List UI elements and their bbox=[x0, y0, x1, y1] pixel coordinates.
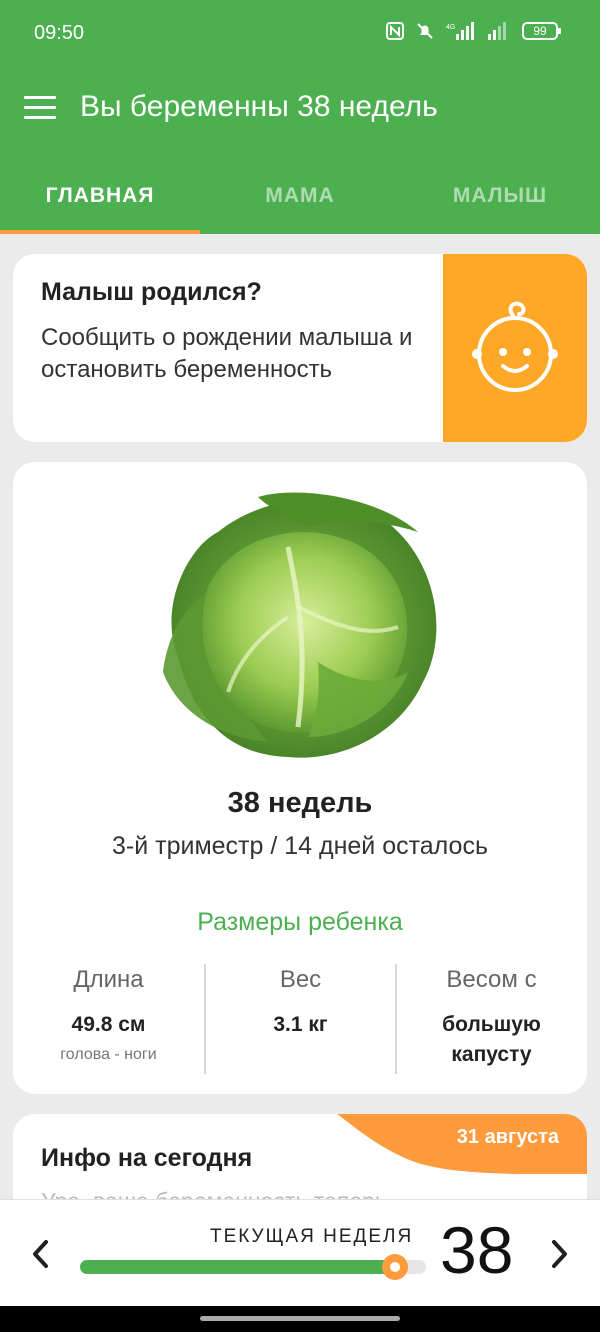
tab-mama[interactable]: МАМА bbox=[200, 154, 400, 234]
metric-value: 3.1 кг bbox=[273, 1013, 328, 1036]
chevron-right-icon[interactable] bbox=[544, 1234, 574, 1274]
app-bar: Вы беременны 38 недель bbox=[0, 68, 600, 154]
tab-baby[interactable]: МАЛЫШ bbox=[400, 154, 600, 234]
system-nav-bar bbox=[0, 1306, 600, 1332]
baby-born-description: Сообщить о рождении малыша и остановить … bbox=[41, 324, 413, 383]
metric-label: Весом с bbox=[446, 966, 537, 993]
nfc-icon bbox=[386, 22, 404, 40]
week-progress-fill bbox=[80, 1260, 395, 1274]
status-time: 09:50 bbox=[34, 22, 85, 44]
page-title: Вы беременны 38 недель bbox=[80, 90, 438, 123]
metric-comparison: Весом с большую капусту bbox=[395, 964, 586, 1074]
week-progress-handle[interactable] bbox=[381, 1254, 408, 1280]
hamburger-menu-icon[interactable] bbox=[24, 96, 56, 120]
metric-label: Длина bbox=[73, 966, 144, 993]
week-progress-slider[interactable] bbox=[80, 1254, 426, 1280]
current-week-number: 38 bbox=[440, 1213, 514, 1287]
chevron-left-icon[interactable] bbox=[26, 1234, 56, 1274]
tab-bar: ГЛАВНАЯ МАМА МАЛЫШ bbox=[0, 154, 600, 234]
metric-sub: голова - ноги bbox=[60, 1046, 157, 1063]
info-today-title: Инфо на сегодня bbox=[41, 1144, 253, 1172]
metric-value: большую капусту bbox=[442, 1013, 541, 1066]
metric-label: Вес bbox=[279, 966, 322, 993]
cabbage-illustration bbox=[163, 492, 437, 758]
baby-face-icon bbox=[472, 301, 558, 392]
bell-muted-icon bbox=[417, 23, 433, 39]
metric-value: 49.8 см bbox=[71, 1013, 146, 1036]
metric-length: Длина 49.8 см голова - ноги bbox=[13, 964, 204, 1074]
baby-born-card[interactable]: Малыш родился? Сообщить о рождении малыш… bbox=[13, 254, 587, 442]
baby-born-title: Малыш родился? bbox=[41, 278, 262, 306]
baby-metrics: Длина 49.8 см голова - ноги Вес 3.1 кг В… bbox=[13, 964, 587, 1074]
home-indicator[interactable] bbox=[200, 1316, 400, 1321]
week-navigator: ТЕКУЩАЯ НЕДЕЛЯ 38 bbox=[0, 1199, 600, 1306]
battery-icon: 99 bbox=[522, 22, 561, 40]
signal-4g-icon: 4G bbox=[446, 22, 474, 40]
signal-icon bbox=[488, 22, 506, 40]
baby-born-button[interactable] bbox=[443, 254, 587, 442]
status-bar: 09:50 4G 99 bbox=[0, 0, 600, 68]
weeks-count: 38 недель bbox=[227, 787, 373, 819]
status-icons: 4G 99 bbox=[386, 22, 561, 40]
svg-text:4G: 4G bbox=[446, 24, 455, 31]
trimester-info: 3-й триместр / 14 дней осталось bbox=[112, 832, 488, 860]
tab-main[interactable]: ГЛАВНАЯ bbox=[0, 154, 200, 234]
metric-weight: Вес 3.1 кг bbox=[204, 964, 395, 1074]
current-week-label: ТЕКУЩАЯ НЕДЕЛЯ bbox=[210, 1226, 414, 1247]
date-badge: 31 августа bbox=[337, 1114, 587, 1174]
info-today-date: 31 августа bbox=[456, 1126, 559, 1148]
baby-sizes-title: Размеры ребенка bbox=[197, 908, 403, 936]
week-info-card: 38 недель 3-й триместр / 14 дней осталос… bbox=[13, 462, 587, 1094]
